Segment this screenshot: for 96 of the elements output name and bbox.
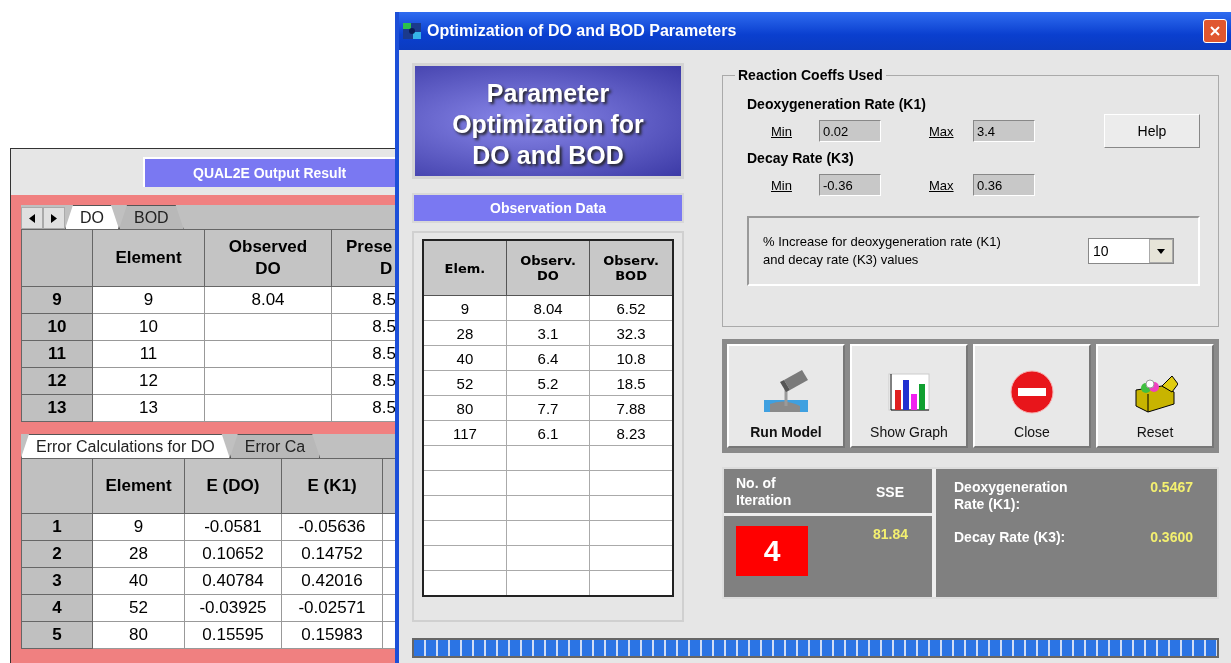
table-cell: 10 (92, 313, 205, 341)
table-cell: 9 (423, 295, 507, 321)
window-title: Optimization of DO and BOD Parameters (427, 22, 738, 40)
rate-value: 0.5467 (1150, 479, 1193, 495)
rate-value: 0.3600 (1150, 529, 1193, 545)
close-button[interactable] (1203, 19, 1227, 43)
column-header: Elem. (423, 240, 507, 296)
toolbar-button[interactable]: Reset (1096, 344, 1214, 448)
row-header: 13 (21, 394, 93, 422)
table-cell: 8.04 (204, 286, 332, 314)
toolbar-button[interactable]: Show Graph (850, 344, 968, 448)
row-header: 3 (21, 567, 93, 595)
table-cell: 80 (423, 395, 507, 421)
column-header: Observ. BOD (589, 240, 673, 296)
dropdown-arrow-icon (1157, 248, 1165, 254)
column-header: Prese D (331, 229, 397, 287)
banner-title: Parameter Optimization for DO and BOD (412, 63, 684, 179)
table-cell: 7.7 (506, 395, 590, 421)
sheet-tab[interactable]: DO (65, 205, 119, 229)
table-cell: 28 (92, 540, 185, 568)
table-cell: 52 (92, 594, 185, 622)
percent-dropdown[interactable]: 10 (1088, 238, 1174, 264)
table-cell: 6.4 (506, 345, 590, 371)
max-label: Max (929, 123, 955, 139)
right-arrow-icon (51, 213, 57, 223)
toy-box-icon (1132, 374, 1178, 414)
table-cell: 3.1 (506, 320, 590, 346)
column-header: E (DO) (184, 458, 282, 514)
help-button[interactable]: Help (1104, 114, 1200, 148)
rate-label: Deoxygeneration Rate (K1) (747, 96, 927, 112)
table-cell: -0.05636 (281, 513, 383, 541)
left-arrow-icon (29, 213, 35, 223)
column-header: Element (92, 229, 205, 287)
table-cell: 0.42016 (281, 567, 383, 595)
table-cell: 0.14752 (281, 540, 383, 568)
row-header: 1 (21, 513, 93, 541)
table-cell: 0.40784 (184, 567, 282, 595)
app-icon (403, 23, 421, 39)
rate-label: Decay Rate (K3) (747, 150, 855, 166)
increase-label: % Increase for deoxygeneration rate (K1) and decay rate (K3) values (763, 233, 1002, 269)
row-header: 11 (21, 340, 93, 368)
table-cell: 11 (92, 340, 205, 368)
table-cell: 117 (423, 420, 507, 446)
table-cell: 40 (92, 567, 185, 595)
min-label: Min (771, 123, 793, 139)
iteration-count: 4 (736, 526, 808, 576)
row-header: 4 (21, 594, 93, 622)
table-cell: 28 (423, 320, 507, 346)
max-field[interactable]: 3.4 (973, 120, 1035, 142)
column-header: Observed DO (204, 229, 332, 287)
table-cell: 0.15983 (281, 621, 383, 649)
row-header: 10 (21, 313, 93, 341)
sheet-tab[interactable]: Error Calculations for DO (21, 434, 230, 458)
column-header: Observ. DO (506, 240, 590, 296)
table-cell: 9 (92, 286, 205, 314)
bar-chart-icon (887, 372, 931, 414)
group-title: Reaction Coeffs Used (735, 67, 886, 83)
sse-value: 81.84 (872, 526, 908, 542)
no-entry-icon (1010, 370, 1054, 414)
table-cell: 0.15595 (184, 621, 282, 649)
table-cell: 8.04 (506, 295, 590, 321)
table-cell: 52 (423, 370, 507, 396)
table-cell: 13 (92, 394, 205, 422)
row-header: 9 (21, 286, 93, 314)
min-label: Min (771, 177, 793, 193)
min-field[interactable]: 0.02 (819, 120, 881, 142)
table-cell: 0.10652 (184, 540, 282, 568)
row-header: 5 (21, 621, 93, 649)
table-cell: 12 (92, 367, 205, 395)
rate-name: Decay Rate (K3): (954, 529, 1067, 546)
sheet-tab[interactable]: BOD (119, 205, 184, 229)
iteration-label: No. of Iteration (736, 475, 793, 509)
section-title: Observation Data (412, 193, 684, 223)
row-header: 12 (21, 367, 93, 395)
toolbar-button[interactable]: Run Model (727, 344, 845, 448)
table-cell: 40 (423, 345, 507, 371)
column-header: E (K1) (281, 458, 383, 514)
scroll-right-button[interactable] (43, 207, 65, 229)
table-cell: 5.2 (506, 370, 590, 396)
toolbar-button[interactable]: Close (973, 344, 1091, 448)
scroll-left-button[interactable] (21, 207, 43, 229)
table-cell: -0.0581 (184, 513, 282, 541)
max-label: Max (929, 177, 955, 193)
column-header: Element (92, 458, 185, 514)
table-cell: 9 (92, 513, 185, 541)
table-cell: 80 (92, 621, 185, 649)
table-cell: -0.02571 (281, 594, 383, 622)
sheet-tab[interactable]: Error Ca (229, 434, 321, 458)
max-field[interactable]: 0.36 (973, 174, 1035, 196)
rate-name: Deoxygeneration Rate (K1): (954, 479, 1069, 513)
table-cell: 6.1 (506, 420, 590, 446)
sse-label: SSE (876, 483, 904, 501)
table-cell: -0.03925 (184, 594, 282, 622)
min-field[interactable]: -0.36 (819, 174, 881, 196)
close-icon (1210, 26, 1220, 36)
row-header: 2 (21, 540, 93, 568)
